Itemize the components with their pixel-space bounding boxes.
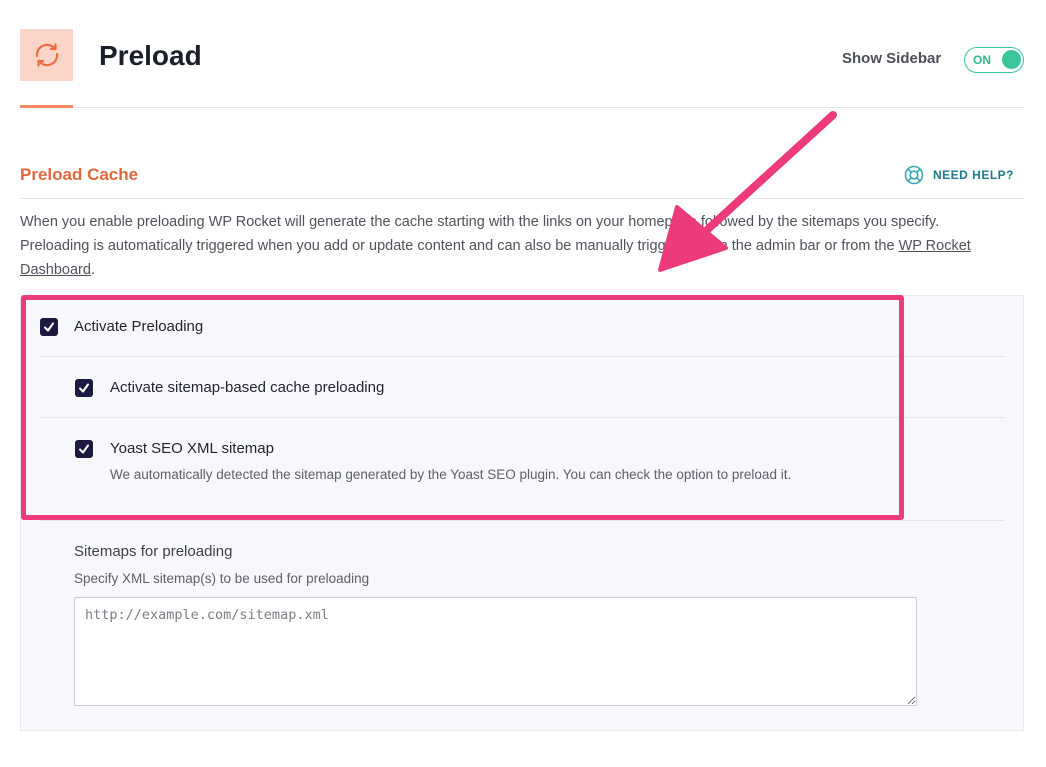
activate-preloading-label[interactable]: Activate Preloading — [74, 318, 203, 335]
sitemap-preloading-label[interactable]: Activate sitemap-based cache preloading — [110, 379, 384, 396]
show-sidebar-label: Show Sidebar — [842, 50, 942, 67]
yoast-sitemap-checkbox[interactable] — [75, 440, 93, 458]
checkmark-icon — [79, 444, 89, 454]
lifebuoy-icon — [904, 165, 924, 185]
need-help-link[interactable]: NEED HELP? — [904, 165, 1014, 185]
option-divider — [40, 356, 1005, 357]
page-title: Preload — [99, 40, 202, 71]
checkmark-icon — [44, 322, 54, 332]
yoast-sitemap-label[interactable]: Yoast SEO XML sitemap — [110, 440, 274, 457]
header-divider — [73, 107, 1024, 108]
toggle-state-label: ON — [973, 53, 991, 67]
sitemaps-textarea[interactable] — [74, 597, 917, 706]
preload-section-icon — [20, 29, 73, 81]
option-divider — [40, 417, 1005, 418]
section-divider — [20, 198, 1024, 199]
section-title: Preload Cache — [20, 165, 139, 184]
refresh-icon — [35, 43, 58, 67]
sitemap-preloading-checkbox[interactable] — [75, 379, 93, 397]
sitemaps-field-subtitle: Specify XML sitemap(s) to be used for pr… — [74, 571, 370, 586]
description-line-2: Preloading is automatically triggered wh… — [20, 238, 899, 254]
description-line-1: When you enable preloading WP Rocket wil… — [20, 214, 940, 230]
toggle-knob — [1002, 50, 1021, 69]
section-description: When you enable preloading WP Rocket wil… — [20, 210, 1030, 282]
need-help-label: NEED HELP? — [933, 168, 1015, 182]
description-end: . — [90, 262, 95, 278]
yoast-sitemap-description: We automatically detected the sitemap ge… — [110, 467, 792, 482]
checkmark-icon — [79, 383, 89, 393]
show-sidebar-toggle[interactable]: ON — [964, 47, 1024, 73]
active-tab-underline — [20, 105, 73, 108]
sitemaps-field-title: Sitemaps for preloading — [74, 543, 233, 560]
option-divider — [40, 520, 1005, 521]
activate-preloading-checkbox[interactable] — [40, 318, 58, 336]
